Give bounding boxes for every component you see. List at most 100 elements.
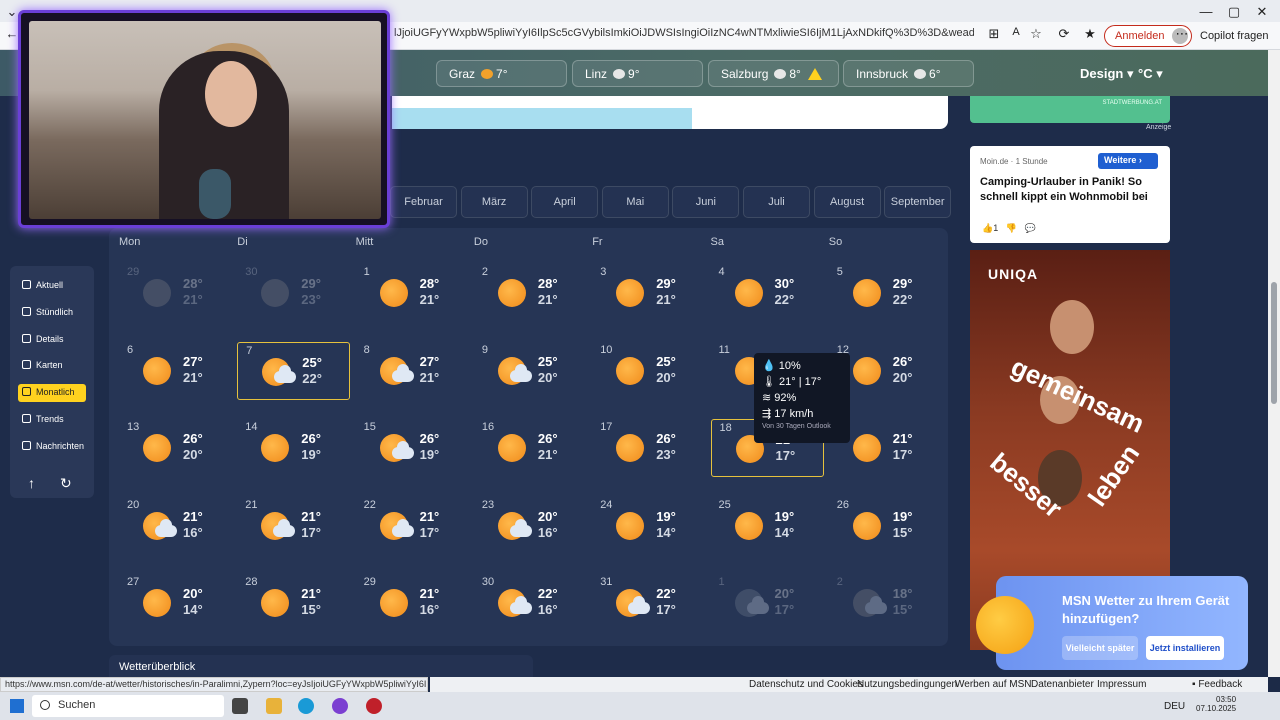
low-temp: 17°: [892, 447, 913, 462]
calendar-day[interactable]: 20 21° 16°: [119, 497, 232, 555]
calendar-day[interactable]: 10 25° 20°: [592, 342, 705, 400]
input-language[interactable]: DEU: [1164, 701, 1185, 712]
month-tab[interactable]: September: [884, 186, 952, 218]
calendar-day[interactable]: 27 20° 14°: [119, 574, 232, 632]
feedback-button[interactable]: ▪ Feedback: [1192, 679, 1242, 690]
calendar-day[interactable]: 26 19° 15°: [829, 497, 942, 555]
calendar-day[interactable]: 3 29° 21°: [592, 264, 705, 322]
calendar-day[interactable]: 29 28° 21°: [119, 264, 232, 322]
sidenav-item-details[interactable]: Details: [18, 331, 86, 349]
obs-icon[interactable]: [366, 698, 382, 714]
calendar-day[interactable]: 21 21° 17°: [237, 497, 350, 555]
more-menu-icon[interactable]: ⋯: [1170, 26, 1194, 42]
calendar-day[interactable]: 14 26° 19°: [237, 419, 350, 477]
comment-icon[interactable]: 💬: [1024, 223, 1035, 233]
calendar-day[interactable]: 30 22° 16°: [474, 574, 587, 632]
weekday-label: Di: [237, 236, 248, 248]
city-salzburg[interactable]: Salzburg 8°: [708, 60, 839, 87]
low-temp: 21°: [419, 292, 440, 307]
calendar-day[interactable]: 16 26° 21°: [474, 419, 587, 477]
sidenav-item-trends[interactable]: Trends: [18, 411, 86, 429]
calendar-day[interactable]: 1 28° 21°: [356, 264, 469, 322]
edge-icon[interactable]: [298, 698, 314, 714]
close-window-icon[interactable]: ✕: [1250, 4, 1274, 20]
copilot-button[interactable]: Copilot fragen: [1200, 30, 1269, 42]
footer-link[interactable]: Datenschutz und Cookies: [749, 679, 863, 690]
footer-link[interactable]: Datenanbieter: [1031, 679, 1094, 690]
calendar-day[interactable]: 2 18° 15°: [829, 574, 942, 632]
cloud-icon: [273, 518, 296, 537]
app-available-icon[interactable]: ⊞: [982, 26, 1006, 42]
favorite-star-icon[interactable]: ☆: [1024, 26, 1048, 42]
system-clock[interactable]: 03:50 07.10.2025: [1196, 695, 1236, 713]
calendar-day[interactable]: 9 25° 20°: [474, 342, 587, 400]
extensions-icon[interactable]: ⟳: [1052, 26, 1076, 42]
footer-link[interactable]: Nutzungsbedingungen: [857, 679, 957, 690]
month-tab[interactable]: Juni: [672, 186, 740, 218]
city-linz[interactable]: Linz 9°: [572, 60, 703, 87]
app-icon[interactable]: [332, 698, 348, 714]
calendar-day[interactable]: 23 20° 16°: [474, 497, 587, 555]
month-tab[interactable]: März: [460, 186, 528, 218]
month-tab[interactable]: April: [531, 186, 599, 218]
calendar-day[interactable]: 13 26° 20°: [119, 419, 232, 477]
news-card[interactable]: Moin.de · 1 Stunde Weitere › Camping-Url…: [970, 146, 1170, 243]
sidenav-item-stündlich[interactable]: Stündlich: [18, 304, 86, 322]
calendar-day[interactable]: 7 25° 22°: [237, 341, 351, 400]
taskbar-search[interactable]: Suchen: [32, 695, 224, 717]
sun-icon: [852, 356, 881, 385]
month-tab[interactable]: Mai: [601, 186, 669, 218]
maximize-icon[interactable]: ▢: [1222, 4, 1246, 20]
news-title[interactable]: Camping-Urlauber in Panik! So schnell ki…: [980, 175, 1160, 205]
calendar-day[interactable]: 8 27° 21°: [356, 342, 469, 400]
scroll-top-icon[interactable]: ↑: [28, 475, 35, 491]
more-news-button[interactable]: Weitere ›: [1098, 153, 1158, 169]
sidenav-item-monatlich[interactable]: Monatlich: [18, 384, 86, 403]
unit-dropdown[interactable]: °C ▾: [1138, 66, 1163, 82]
favorites-icon[interactable]: ★: [1078, 26, 1102, 42]
calendar-day[interactable]: 6 27° 21°: [119, 342, 232, 400]
like-icon[interactable]: 👍: [982, 223, 993, 233]
file-explorer-icon[interactable]: [266, 698, 282, 714]
sidenav-item-nachrichten[interactable]: Nachrichten: [18, 438, 86, 456]
calendar-day[interactable]: 29 21° 16°: [356, 574, 469, 632]
page-scrollbar[interactable]: [1268, 50, 1280, 677]
calendar-day[interactable]: 15 26° 19°: [356, 419, 469, 477]
scrollbar-thumb[interactable]: [1271, 282, 1277, 404]
sidenav-item-karten[interactable]: Karten: [18, 357, 86, 375]
windows-start-icon[interactable]: [10, 699, 24, 713]
city-graz[interactable]: Graz 7°: [436, 60, 567, 87]
later-button[interactable]: Vielleicht später: [1062, 636, 1138, 660]
calendar-day[interactable]: 4 30° 22°: [711, 264, 824, 322]
warning-icon[interactable]: [807, 68, 822, 80]
refresh-icon[interactable]: ↻: [60, 475, 72, 492]
calendar-day[interactable]: 1 20° 17°: [711, 574, 824, 632]
cloud-icon: [274, 364, 297, 383]
install-prompt: MSN Wetter zu Ihrem Gerät hinzufügen? Vi…: [976, 576, 1248, 670]
month-tab[interactable]: August: [813, 186, 881, 218]
month-tab[interactable]: Juli: [743, 186, 810, 218]
sidenav-item-aktuell[interactable]: Aktuell: [18, 277, 86, 295]
task-view-icon[interactable]: [232, 698, 248, 714]
calendar-day[interactable]: 17 26° 23°: [592, 419, 705, 477]
calendar-day[interactable]: 22 21° 17°: [356, 497, 469, 555]
day-number: 18: [719, 422, 732, 434]
dislike-icon[interactable]: 👎: [1006, 223, 1017, 233]
minimize-icon[interactable]: —: [1194, 4, 1218, 19]
calendar-day[interactable]: 25 19° 14°: [711, 497, 824, 555]
map-preview[interactable]: [392, 96, 948, 129]
calendar-day[interactable]: 31 22° 17°: [592, 574, 705, 632]
calendar-day[interactable]: 2 28° 21°: [474, 264, 587, 322]
install-button[interactable]: Jetzt installieren: [1146, 636, 1224, 660]
month-tab[interactable]: Februar: [390, 186, 457, 218]
calendar-day[interactable]: 28 21° 15°: [237, 574, 350, 632]
url-field[interactable]: lJjoiUGFyYWxpbW5pliwiYyI6IlpSc5cGVybilsI…: [394, 27, 974, 39]
ad-banner[interactable]: STADTWERBUNG.AT: [970, 96, 1170, 123]
calendar-day[interactable]: 5 29° 22°: [829, 264, 942, 322]
calendar-day[interactable]: 24 19° 14°: [592, 497, 705, 555]
calendar-day[interactable]: 30 29° 23°: [237, 264, 350, 322]
footer-link[interactable]: Werben auf MSN: [955, 679, 1032, 690]
design-dropdown[interactable]: Design ▾: [1080, 66, 1133, 82]
footer-link[interactable]: Impressum: [1097, 679, 1146, 690]
city-innsbruck[interactable]: Innsbruck 6°: [843, 60, 974, 87]
